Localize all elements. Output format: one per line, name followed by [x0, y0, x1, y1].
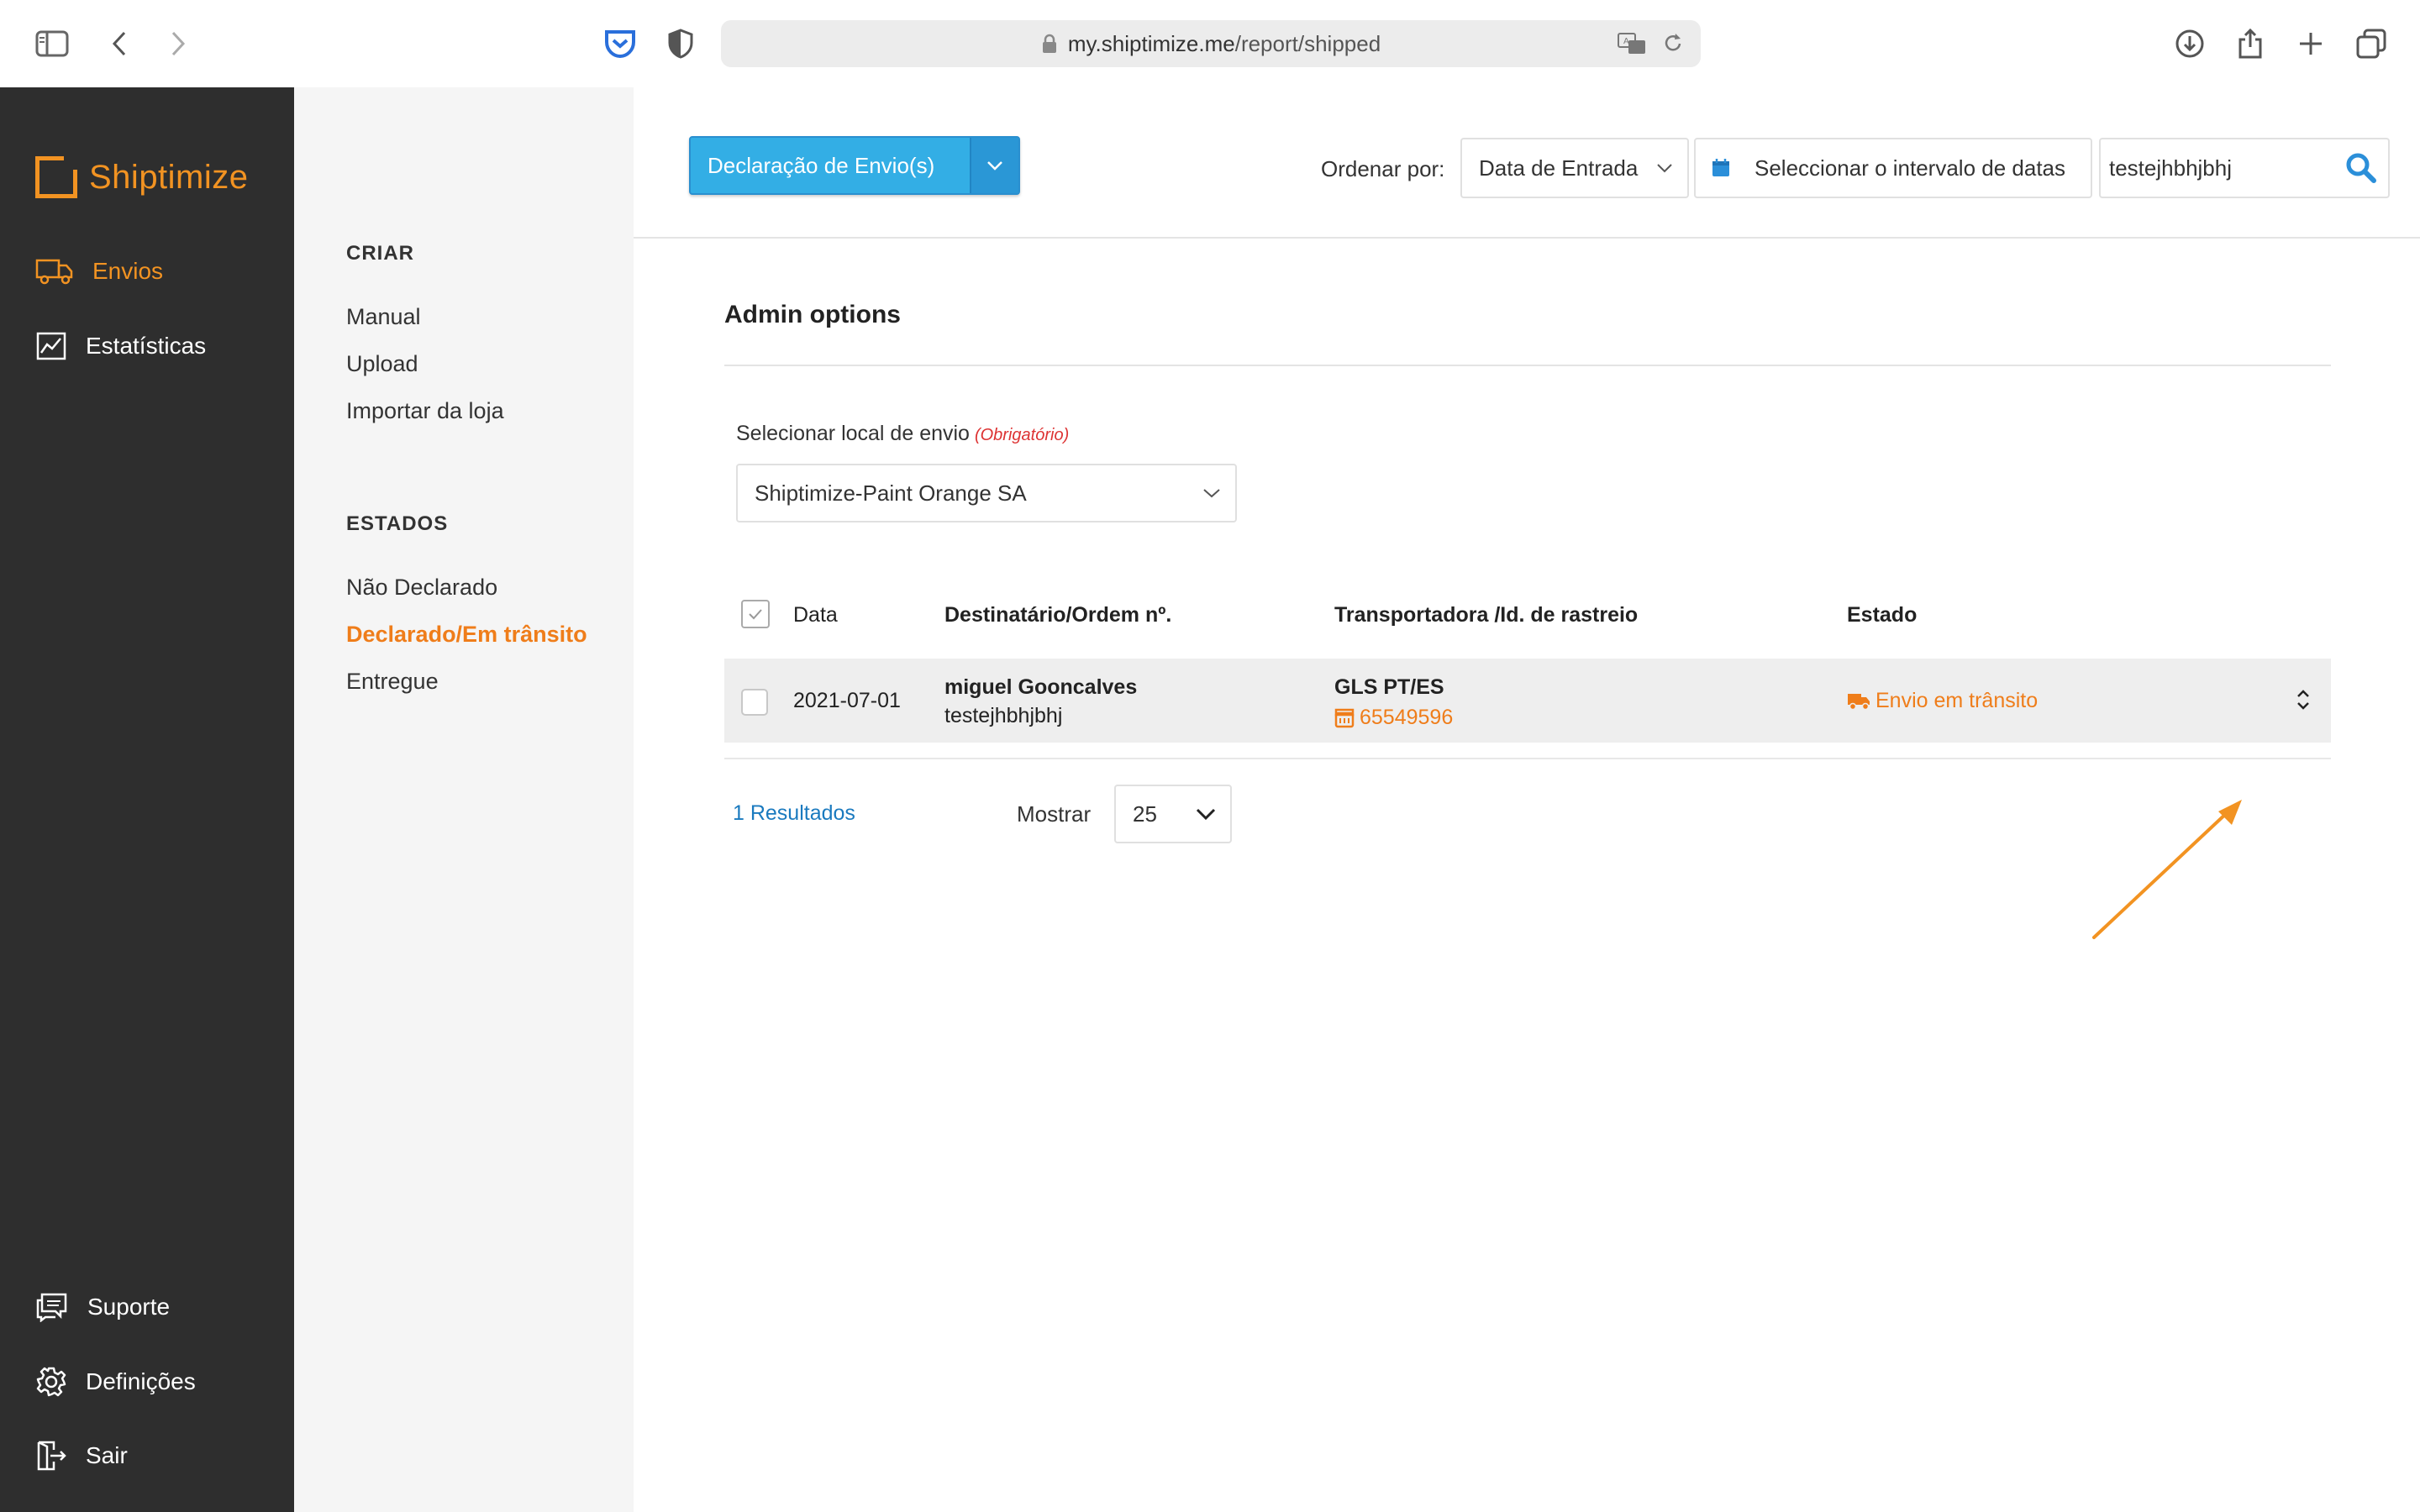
sidebar-item-estatisticas[interactable]: Estatísticas — [35, 331, 206, 361]
results-count: 1 Resultados — [733, 801, 855, 825]
logo-mark-icon — [35, 156, 77, 198]
select-all-checkbox[interactable] — [741, 600, 770, 628]
translate-icon[interactable]: A — [1617, 32, 1647, 55]
chevron-down-icon — [987, 161, 1002, 171]
share-icon[interactable] — [2232, 25, 2269, 62]
page-size-select[interactable]: 25 — [1114, 785, 1232, 843]
url-path: /report/shipped — [1234, 30, 1381, 56]
column-header-carrier[interactable]: Transportadora /Id. de rastreio — [1334, 603, 1638, 627]
states-heading: ESTADOS — [346, 512, 449, 535]
location-label: Selecionar local de envio (Obrigatório) — [736, 422, 1069, 446]
reload-icon[interactable] — [1662, 32, 1684, 55]
sidebar-item-label: Suporte — [87, 1294, 171, 1320]
sidebar-item-label: Sair — [86, 1442, 128, 1468]
row-checkbox[interactable] — [741, 689, 768, 716]
chevron-up-down-icon — [2297, 690, 2309, 710]
new-tab-icon[interactable] — [2292, 25, 2329, 62]
tracking-number: 65549596 — [1360, 706, 1454, 729]
browser-toolbar: my.shiptimize.me/report/shipped A — [0, 0, 2420, 87]
subnav-link-not-declared[interactable]: Não Declarado — [346, 575, 497, 601]
table-row[interactable]: 2021-07-01 miguel Gooncalves testejhbhjb… — [724, 659, 2331, 743]
main-sidebar: Shiptimize Envios Estatísticas Suporte D… — [0, 87, 294, 1512]
create-heading: CRIAR — [346, 242, 414, 265]
tabs-overview-icon[interactable] — [2353, 25, 2390, 62]
chevron-down-icon — [1657, 164, 1672, 173]
row-recipient: miguel Gooncalves — [944, 675, 1138, 699]
forward-icon[interactable] — [160, 25, 197, 62]
location-label-text: Selecionar local de envio — [736, 422, 970, 445]
status-badge: Envio em trânsito — [1847, 689, 2038, 713]
chat-icon — [36, 1293, 67, 1322]
pocket-icon[interactable] — [602, 25, 639, 62]
column-header-date[interactable]: Data — [793, 603, 838, 627]
truck-icon — [35, 259, 73, 285]
status-text: Envio em trânsito — [1876, 689, 2039, 712]
calendar-icon — [1712, 159, 1729, 176]
subnav-link-manual[interactable]: Manual — [346, 304, 421, 330]
expand-row-toggle[interactable] — [2296, 687, 2311, 717]
annotation-arrow-icon — [2092, 800, 2242, 939]
sidebar-item-envios[interactable]: Envios — [35, 257, 163, 286]
search-button[interactable] — [2344, 151, 2378, 189]
search-box — [2099, 138, 2390, 198]
download-icon[interactable] — [2171, 25, 2208, 62]
subnav-link-in-transit[interactable]: Declarado/Em trânsito — [346, 622, 587, 648]
chart-icon — [36, 332, 66, 360]
row-carrier: GLS PT/ES — [1334, 675, 1444, 699]
sort-label: Ordenar por: — [1321, 156, 1445, 181]
admin-options-title: Admin options — [724, 301, 901, 328]
url-host: my.shiptimize.me — [1067, 30, 1235, 56]
row-date: 2021-07-01 — [793, 689, 901, 712]
lock-icon — [1042, 34, 1056, 53]
location-select-value: Shiptimize-Paint Orange SA — [755, 480, 1027, 506]
divider — [724, 365, 2331, 366]
gear-icon — [36, 1367, 66, 1397]
sidebar-item-sair[interactable]: Sair — [35, 1440, 128, 1472]
sidebar-item-suporte[interactable]: Suporte — [35, 1292, 170, 1322]
sidebar-item-label: Envios — [92, 258, 164, 284]
back-icon[interactable] — [101, 25, 138, 62]
declare-shipments-label: Declaração de Envio(s) — [708, 152, 935, 178]
chevron-down-icon — [1196, 808, 1216, 821]
column-header-recipient[interactable]: Destinatário/Ordem nº. — [944, 603, 1171, 627]
package-icon — [1334, 708, 1355, 727]
chevron-down-icon — [1203, 489, 1220, 498]
svg-text:A: A — [1623, 37, 1629, 46]
date-range-picker[interactable]: Seleccionar o intervalo de datas — [1694, 138, 2092, 198]
address-bar[interactable]: my.shiptimize.me/report/shipped A — [721, 20, 1701, 67]
page-size-value: 25 — [1133, 801, 1157, 827]
required-hint: (Obrigatório) — [974, 426, 1070, 444]
sort-select-value: Data de Entrada — [1479, 155, 1639, 181]
toolbar: Declaração de Envio(s) Ordenar por: Data… — [634, 87, 2420, 239]
divider — [724, 758, 2331, 759]
main-content: Declaração de Envio(s) Ordenar por: Data… — [634, 87, 2420, 1512]
logout-icon — [37, 1441, 66, 1471]
sidebar-toggle-icon[interactable] — [34, 25, 71, 62]
row-order: testejhbhjbhj — [944, 704, 1063, 727]
subnav-link-delivered[interactable]: Entregue — [346, 669, 439, 695]
logo[interactable]: Shiptimize — [35, 156, 249, 198]
date-range-label: Seleccionar o intervalo de datas — [1754, 155, 2066, 181]
subnav-link-import-store[interactable]: Importar da loja — [346, 398, 504, 424]
shield-icon[interactable] — [662, 25, 699, 62]
column-header-status[interactable]: Estado — [1847, 603, 1917, 627]
search-input[interactable] — [2109, 148, 2336, 188]
checkmark-icon — [749, 609, 762, 620]
location-select[interactable]: Shiptimize-Paint Orange SA — [736, 464, 1237, 522]
tracking-link[interactable]: 65549596 — [1334, 706, 1453, 730]
sidebar-item-label: Estatísticas — [86, 333, 207, 359]
sort-select[interactable]: Data de Entrada — [1460, 138, 1689, 198]
sub-navigation: CRIAR Manual Upload Importar da loja EST… — [294, 87, 634, 1512]
declare-shipments-button[interactable]: Declaração de Envio(s) — [689, 136, 1020, 195]
logo-text: Shiptimize — [89, 158, 249, 196]
sidebar-item-definicoes[interactable]: Definições — [35, 1366, 196, 1398]
sidebar-item-label: Definições — [86, 1368, 196, 1394]
declare-dropdown-toggle[interactable] — [970, 138, 1018, 193]
search-icon — [2346, 153, 2376, 183]
page-size-label: Mostrar — [1017, 801, 1092, 827]
subnav-link-upload[interactable]: Upload — [346, 351, 418, 377]
truck-icon — [1848, 693, 1870, 710]
